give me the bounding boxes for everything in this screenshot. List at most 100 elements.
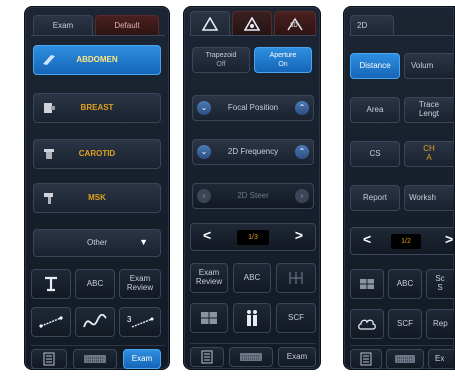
body-marker-icon <box>247 310 257 326</box>
menu-icon <box>43 352 55 366</box>
scf-label: SCF <box>397 318 413 328</box>
trapezoid-label: Trapezoid <box>205 51 237 59</box>
abc-label: ABC <box>396 278 414 288</box>
tab-exam[interactable]: Exam <box>33 15 93 35</box>
menu-button[interactable] <box>31 349 67 369</box>
scf-button[interactable]: SCF <box>388 309 422 339</box>
preset-label: BREAST <box>80 102 114 112</box>
steer-label: 2D Steer <box>237 190 269 200</box>
breast-probe-icon <box>44 103 55 113</box>
probe-3d-icon: 3D <box>287 17 303 30</box>
chevron-up-icon[interactable]: ⌃ <box>295 145 309 159</box>
trace-length-label: Trace Lengt <box>418 100 440 118</box>
caliper-line-button[interactable] <box>31 307 71 337</box>
keyboard-button[interactable] <box>73 349 117 369</box>
exam-review-button[interactable]: Exam Review <box>190 263 228 293</box>
area-button[interactable]: Area <box>350 97 400 123</box>
keyboard-icon <box>84 355 106 363</box>
tab-default[interactable]: Default <box>95 15 159 35</box>
chevron-down-icon[interactable]: ⌄ <box>197 101 211 115</box>
abc-button[interactable]: ABC <box>388 269 422 299</box>
exam-button[interactable]: Exam <box>123 349 161 369</box>
exam-review-button[interactable]: Exam Review <box>119 269 161 299</box>
sc-button[interactable]: Sc S <box>426 269 454 299</box>
tab-2d[interactable]: 2D <box>350 15 394 35</box>
abdomen-probe-icon <box>43 55 55 65</box>
abc-button[interactable]: ABC <box>233 263 271 293</box>
scf-label: SCF <box>288 312 304 322</box>
preset-msk-button[interactable]: MSK <box>33 183 161 213</box>
exam-review-label: Exam Review <box>195 268 223 286</box>
steer-control[interactable]: ‹ 2D Steer › <box>192 183 314 209</box>
menu-icon <box>201 350 213 364</box>
chevron-down-icon: ▼ <box>139 237 148 247</box>
abc-label: ABC <box>243 272 261 282</box>
svg-text:3: 3 <box>127 315 132 324</box>
exam-button[interactable]: Ex <box>428 349 454 369</box>
chevron-up-icon[interactable]: ⌃ <box>295 101 309 115</box>
cs-button[interactable]: CS <box>350 141 400 167</box>
prev-page-icon[interactable]: < <box>203 227 211 243</box>
tab-settings[interactable] <box>232 11 272 35</box>
menu-button[interactable] <box>190 347 224 367</box>
volume-button[interactable]: Volum <box>404 53 454 79</box>
next-page-icon[interactable]: > <box>445 231 453 247</box>
distance-button[interactable]: Distance <box>350 53 400 79</box>
text-cursor-icon <box>45 276 57 292</box>
worksheet-label: Worksh <box>409 192 436 202</box>
area-label: Area <box>366 104 384 114</box>
trace-length-button[interactable]: Trace Lengt <box>404 97 454 123</box>
preset-breast-button[interactable]: BREAST <box>33 93 161 123</box>
split-screen-button[interactable] <box>350 269 384 299</box>
exam-label: Ex <box>435 353 445 363</box>
report-button[interactable]: Report <box>350 185 400 211</box>
preset-abdomen-button[interactable]: ABDOMEN <box>33 45 161 75</box>
tab-probe-3d[interactable]: 3D <box>274 11 316 35</box>
worksheet-button[interactable]: Worksh <box>404 185 454 211</box>
text-cursor-button[interactable] <box>31 269 71 299</box>
cloud-shape-icon <box>358 319 376 330</box>
trapezoid-toggle[interactable]: Trapezoid Off <box>192 47 250 73</box>
ch-button[interactable]: CH A <box>404 141 454 167</box>
keyboard-button[interactable] <box>229 347 273 367</box>
cs-label: CS <box>369 148 381 158</box>
prev-page-icon[interactable]: < <box>363 231 371 247</box>
page-indicator: 1/3 <box>237 230 269 245</box>
three-point-icon: 3 <box>127 315 154 328</box>
three-point-button[interactable]: 3 <box>119 307 161 337</box>
preset-label: CAROTID <box>78 148 116 158</box>
chevron-down-icon[interactable]: ⌄ <box>197 145 211 159</box>
aperture-toggle[interactable]: Aperture On <box>254 47 312 73</box>
keyboard-button[interactable] <box>386 349 424 369</box>
settings-triangle-icon <box>244 16 260 31</box>
aperture-value: On <box>278 60 288 68</box>
measure-panel: 2D Distance Volum Area Trace Lengt CS CH… <box>343 6 455 370</box>
scf-button[interactable]: SCF <box>276 303 316 333</box>
abc-button[interactable]: ABC <box>75 269 115 299</box>
chevron-right-icon[interactable]: › <box>295 189 309 203</box>
other-label: Other <box>86 237 107 247</box>
trace-curve-button[interactable] <box>75 307 115 337</box>
warning-triangle-icon <box>202 16 218 31</box>
keyboard-icon <box>395 355 415 363</box>
preset-carotid-button[interactable]: CAROTID <box>33 139 161 169</box>
cloud-shape-button[interactable] <box>350 309 384 339</box>
other-dropdown[interactable]: Other ▼ <box>33 229 161 257</box>
body-marker-button[interactable] <box>233 303 271 333</box>
ch-label: CH A <box>423 144 435 162</box>
aperture-label: Aperture <box>269 51 297 59</box>
nt-measure-button[interactable] <box>276 263 316 293</box>
report-short-button[interactable]: Rep <box>426 309 454 339</box>
imaging-panel: 3D Trapezoid Off Aperture On ⌄ Focal Pos… <box>183 6 321 370</box>
focal-position-control[interactable]: ⌄ Focal Position ⌃ <box>192 95 314 121</box>
distance-label: Distance <box>359 60 391 70</box>
next-page-icon[interactable]: > <box>295 227 303 243</box>
menu-icon <box>360 352 372 366</box>
sc-label: Sc S <box>435 274 445 292</box>
tab-warning[interactable] <box>190 11 230 35</box>
menu-button[interactable] <box>350 349 382 369</box>
chevron-left-icon[interactable]: ‹ <box>197 189 211 203</box>
exam-button[interactable]: Exam <box>278 347 316 367</box>
split-screen-button[interactable] <box>190 303 228 333</box>
frequency-control[interactable]: ⌄ 2D Frequency ⌃ <box>192 139 314 165</box>
